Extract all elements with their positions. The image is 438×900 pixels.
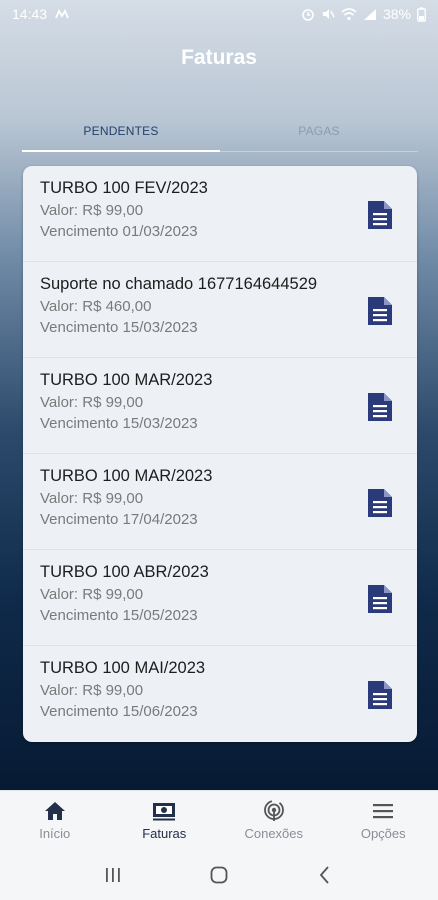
nav-faturas[interactable]: Faturas: [110, 791, 220, 850]
invoice-item[interactable]: TURBO 100 MAI/2023 Valor: R$ 99,00 Venci…: [23, 646, 417, 742]
system-navigation: [0, 850, 438, 900]
nav-label: Conexões: [244, 826, 304, 841]
invoice-title: TURBO 100 MAR/2023: [40, 467, 213, 485]
connection-icon: [263, 800, 284, 821]
battery-percent: 38%: [382, 6, 411, 22]
document-icon[interactable]: [367, 488, 393, 518]
invoice-value: Valor: R$ 99,00: [40, 490, 144, 507]
invoice-value: Valor: R$ 99,00: [40, 682, 144, 699]
nav-inicio[interactable]: Início: [0, 791, 110, 850]
status-time: 14:43: [12, 6, 48, 22]
invoice-list: TURBO 100 FEV/2023 Valor: R$ 99,00 Venci…: [23, 166, 417, 742]
document-icon[interactable]: [367, 680, 393, 710]
invoice-value: Valor: R$ 99,00: [40, 202, 144, 219]
invoice-due-date: Vencimento 01/03/2023: [40, 223, 198, 240]
document-icon[interactable]: [367, 296, 393, 326]
invoice-due-date: Vencimento 15/06/2023: [40, 703, 198, 720]
invoice-title: Suporte no chamado 1677164644529: [40, 275, 318, 293]
invoice-title: TURBO 100 ABR/2023: [40, 563, 209, 581]
invoice-title: TURBO 100 MAI/2023: [40, 659, 206, 677]
mute-icon: [322, 9, 335, 19]
nav-label: Início: [39, 826, 71, 841]
nav-conexoes[interactable]: Conexões: [219, 791, 329, 850]
recent-apps-icon[interactable]: [102, 864, 124, 886]
invoice-value: Valor: R$ 99,00: [40, 586, 144, 603]
alarm-icon: [302, 9, 314, 21]
bottom-navigation: Início Faturas Conexões Opções: [0, 790, 438, 850]
invoice-due-date: Vencimento 17/04/2023: [40, 511, 198, 528]
status-bar: 14:43 38%: [0, 0, 438, 28]
app-bar: Faturas: [0, 28, 438, 88]
invoice-value: Valor: R$ 99,00: [40, 394, 144, 411]
invoice-item[interactable]: TURBO 100 ABR/2023 Valor: R$ 99,00 Venci…: [23, 550, 417, 646]
invoice-due-date: Vencimento 15/03/2023: [40, 415, 198, 432]
document-icon[interactable]: [367, 584, 393, 614]
document-icon[interactable]: [367, 392, 393, 422]
tab-pagas[interactable]: PAGAS: [220, 110, 418, 152]
battery-icon: [417, 6, 426, 22]
invoice-item[interactable]: Suporte no chamado 1677164644529 Valor: …: [23, 262, 417, 358]
home-button-icon[interactable]: [208, 864, 230, 886]
invoice-due-date: Vencimento 15/05/2023: [40, 607, 198, 624]
menu-icon: [373, 804, 394, 819]
nav-opcoes[interactable]: Opções: [329, 791, 438, 850]
tab-bar: PENDENTES PAGAS: [22, 110, 418, 152]
page-title: Faturas: [181, 46, 257, 69]
app-notification-icon: [55, 9, 69, 19]
wifi-icon: [341, 7, 357, 20]
nav-label: Faturas: [142, 826, 187, 841]
document-icon[interactable]: [367, 200, 393, 230]
invoice-value: Valor: R$ 460,00: [40, 298, 152, 315]
nav-label: Opções: [360, 826, 406, 841]
invoice-due-date: Vencimento 15/03/2023: [40, 319, 198, 336]
home-icon: [44, 802, 65, 820]
invoice-title: TURBO 100 MAR/2023: [40, 371, 213, 389]
back-icon[interactable]: [314, 864, 336, 886]
tab-pendentes[interactable]: PENDENTES: [22, 110, 220, 152]
invoice-icon: [153, 803, 176, 821]
invoice-item[interactable]: TURBO 100 MAR/2023 Valor: R$ 99,00 Venci…: [23, 358, 417, 454]
invoice-item[interactable]: TURBO 100 MAR/2023 Valor: R$ 99,00 Venci…: [23, 454, 417, 550]
invoice-item[interactable]: TURBO 100 FEV/2023 Valor: R$ 99,00 Venci…: [23, 166, 417, 262]
signal-icon: [363, 8, 376, 20]
tab-divider: [220, 151, 418, 152]
invoice-title: TURBO 100 FEV/2023: [40, 179, 208, 197]
